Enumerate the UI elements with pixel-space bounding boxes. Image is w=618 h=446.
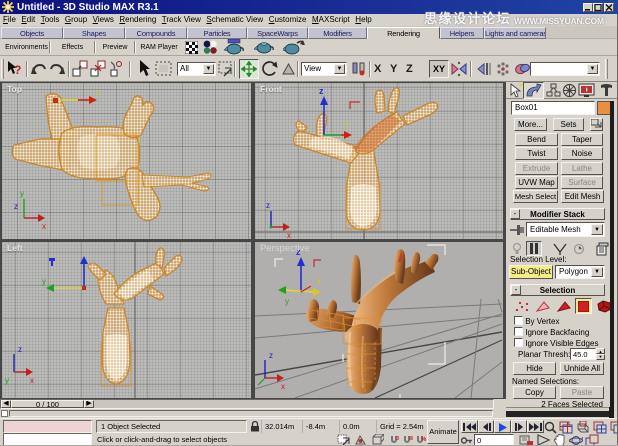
svg-text:z: z (18, 345, 22, 354)
svg-text:y: y (5, 376, 9, 385)
svg-text:?: ? (14, 63, 21, 77)
svg-text:x: x (281, 382, 285, 391)
svg-text:y: y (20, 189, 24, 198)
svg-text:y: y (42, 277, 46, 286)
svg-text:3: 3 (396, 436, 399, 442)
svg-text:z: z (319, 86, 324, 96)
svg-text:x: x (30, 376, 34, 385)
svg-text:z: z (14, 202, 18, 211)
svg-text:x: x (345, 119, 349, 128)
svg-text:x: x (42, 222, 46, 231)
svg-text:x: x (95, 88, 99, 97)
svg-text:x: x (317, 277, 321, 286)
svg-text:x: x (287, 231, 291, 239)
svg-text:y: y (285, 297, 289, 306)
svg-text:z: z (269, 351, 273, 360)
svg-text:z: z (266, 201, 270, 210)
